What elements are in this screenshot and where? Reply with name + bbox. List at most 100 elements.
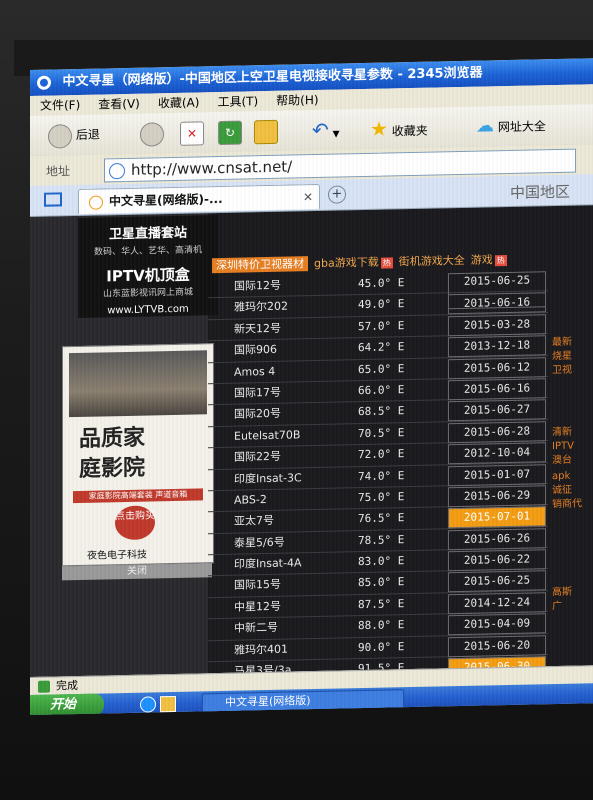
side-link[interactable]: 烧星: [552, 350, 572, 363]
side-link[interactable]: apk: [552, 470, 570, 483]
home-button[interactable]: [254, 119, 278, 144]
top-link-3[interactable]: 游戏: [471, 253, 493, 266]
octopus-icon: ☁: [476, 115, 494, 137]
top-link-2[interactable]: 街机游戏大全: [399, 254, 465, 268]
satellite-name[interactable]: ABS-2: [234, 488, 364, 511]
satellite-position: 68.5° E: [358, 404, 405, 419]
new-tab-icon[interactable]: +: [328, 185, 346, 204]
quicklaunch-folder-icon[interactable]: [160, 695, 176, 713]
update-date: 2015-06-27: [448, 399, 546, 422]
ad-banner-home-theater[interactable]: 品质家 庭影院 家庭影院高端套装 声道音箱 点击购买 夜色电子科技: [62, 343, 214, 567]
refresh-button[interactable]: ↻: [218, 120, 242, 145]
satellite-name[interactable]: 印度Insat-3C: [234, 467, 364, 490]
ad-line4: 山东蓝影视讯网上商城: [102, 287, 193, 300]
satellite-table: 国际12号 45.0° E 2015-06-25 雅玛尔202 49.0° E 2015-…: [208, 270, 548, 677]
satellite-position: 88.0° E: [358, 618, 405, 633]
tab-close-icon[interactable]: ✕: [303, 185, 313, 209]
tab-active[interactable]: 中文寻星(网络版)-... ✕: [78, 183, 320, 214]
right-column: 最新烧星卫视清新IPTV澳台apk诚征销商代高斯广麦: [548, 265, 593, 667]
sites-label: 网址大全: [497, 119, 546, 135]
page-header-text: 中国地区: [510, 182, 571, 202]
forward-button[interactable]: [140, 121, 164, 147]
status-icon: [38, 680, 50, 693]
satellite-name[interactable]: 雅玛尔401: [234, 638, 364, 661]
back-label: 后退: [75, 127, 100, 143]
side-link[interactable]: 清新: [552, 426, 572, 439]
menu-item-2[interactable]: 收藏(A): [158, 95, 200, 110]
menu-item-4[interactable]: 帮助(H): [276, 93, 318, 108]
satellite-position: 87.5° E: [358, 597, 405, 611]
satellite-position: 90.0° E: [358, 639, 405, 654]
update-date: 2015-06-20: [448, 634, 546, 657]
update-date: 2015-06-16: [448, 378, 546, 401]
side-link[interactable]: 最新: [552, 336, 572, 349]
satellite-name[interactable]: 印度Insat-4A: [234, 552, 364, 575]
satellite-position: 64.2° E: [358, 340, 405, 355]
satellite-position: 75.0° E: [358, 490, 405, 505]
undo-icon: ↶: [312, 117, 329, 143]
satellite-name[interactable]: 新天12号: [234, 317, 364, 340]
forward-arrow-icon: [140, 121, 164, 147]
hot-badge: 热: [494, 255, 507, 267]
update-date: 2015-06-22: [448, 549, 546, 572]
hot-badge: 热: [380, 257, 393, 269]
satellite-name[interactable]: 国际12号: [234, 274, 364, 297]
satellite-name[interactable]: 泰星5/6号: [234, 531, 364, 554]
menu-item-0[interactable]: 文件(F): [40, 98, 80, 113]
refresh-icon: ↻: [218, 120, 242, 145]
tab-title: 中文寻星(网络版)-...: [109, 191, 223, 209]
satellite-name[interactable]: 国际17号: [234, 381, 364, 404]
satellite-name[interactable]: Eutelsat70B: [234, 424, 364, 447]
home-icon: [254, 119, 278, 144]
update-date: 2015-06-16: [448, 292, 546, 315]
top-link-0[interactable]: 深圳特价卫视器材: [212, 256, 308, 274]
ad-line2: 数码、华人、艺华、高清机: [93, 245, 202, 258]
side-link[interactable]: 卫视: [552, 364, 572, 377]
stop-button[interactable]: ✕: [180, 120, 204, 146]
satellite-name[interactable]: Amos 4: [234, 360, 364, 383]
sites-button[interactable]: ☁ 网址大全: [476, 113, 546, 138]
favorites-button[interactable]: ★ 收藏夹: [370, 116, 428, 141]
buy-button[interactable]: 点击购买: [115, 505, 155, 541]
side-link[interactable]: 广: [552, 600, 562, 613]
side-link[interactable]: 澳台: [552, 454, 572, 467]
start-button[interactable]: 开始: [30, 693, 104, 715]
satellite-name[interactable]: 亚太7号: [234, 509, 364, 532]
update-date: 2015-06-26: [448, 527, 546, 550]
menu-item-1[interactable]: 查看(V): [98, 97, 140, 112]
satellite-position: 74.0° E: [358, 468, 405, 483]
ad-photo: [69, 350, 207, 418]
menu-item-3[interactable]: 工具(T): [217, 94, 258, 109]
satellite-name[interactable]: 国际15号: [234, 573, 364, 596]
star-icon: ★: [370, 116, 388, 141]
satellite-name[interactable]: 中星12号: [234, 595, 364, 618]
browser-icon: [37, 75, 51, 90]
satellite-name[interactable]: 国际906: [234, 338, 364, 361]
satellite-name[interactable]: 雅玛尔202: [234, 295, 364, 318]
side-link[interactable]: 高斯: [552, 586, 572, 599]
tab-list-icon[interactable]: [44, 192, 62, 207]
satellite-position: 72.0° E: [358, 447, 405, 462]
top-link-1[interactable]: gba游戏下载: [314, 256, 379, 270]
satellite-name[interactable]: 国际22号: [234, 445, 364, 468]
satellite-name[interactable]: 国际20号: [234, 402, 364, 425]
side-link[interactable]: 销商代: [552, 497, 582, 511]
ad-line1: 卫星直播套站: [108, 225, 187, 243]
satellite-name[interactable]: 中新二号: [234, 616, 364, 639]
undo-button[interactable]: ↶ ▼: [312, 117, 340, 143]
quicklaunch-browser-icon[interactable]: [140, 696, 156, 713]
satellite-position: 83.0° E: [358, 554, 405, 569]
chevron-down-icon: ▼: [332, 129, 340, 140]
back-button[interactable]: 后退: [48, 123, 100, 149]
update-date: 2015-07-01: [448, 506, 546, 529]
satellite-position: 57.0° E: [358, 318, 405, 333]
ad-brand: 夜色电子科技: [87, 549, 147, 562]
side-link[interactable]: 诚征: [552, 484, 572, 497]
side-link[interactable]: IPTV: [552, 440, 574, 453]
update-date: 2012-10-04: [448, 442, 546, 465]
ad-strip: 家庭影院高端套装 声道音箱: [73, 488, 203, 504]
page-icon: [109, 162, 125, 179]
update-date: 2013-12-18: [448, 335, 546, 358]
satellite-position: 49.0° E: [358, 297, 405, 312]
ad-banner-iptv[interactable]: 卫星直播套站 数码、华人、艺华、高清机 IPTV机顶盒 山东蓝影视讯网上商城 w…: [78, 215, 218, 318]
